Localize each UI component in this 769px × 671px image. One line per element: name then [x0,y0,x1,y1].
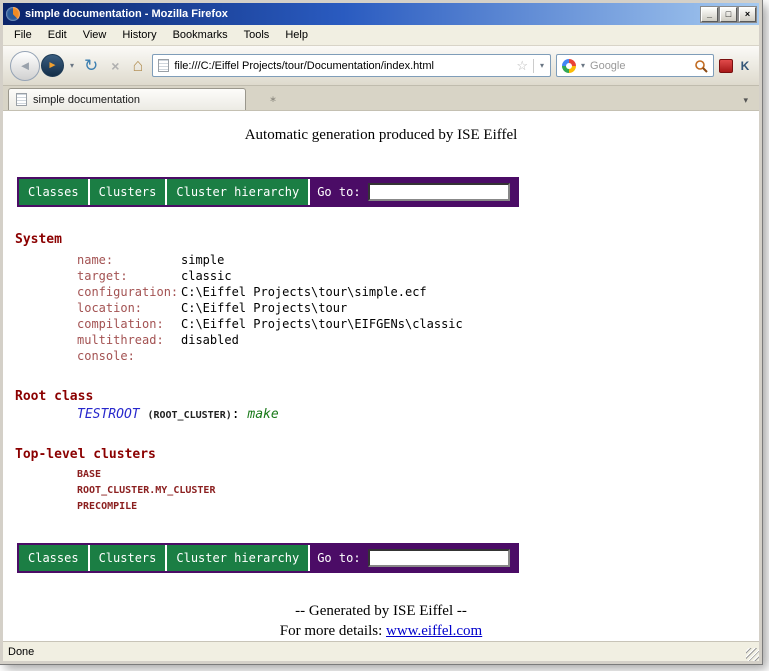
close-button[interactable]: × [739,7,756,22]
row-key: multithread: [77,332,181,348]
menu-history[interactable]: History [114,26,164,44]
top-level-clusters-heading: Top-level clusters [15,447,759,462]
eiffel-link[interactable]: www.eiffel.com [386,623,482,639]
row-value: C:\Eiffel Projects\tour\simple.ecf [181,285,427,299]
browser-window: simple documentation - Mozilla Firefox _… [0,0,762,664]
row-key: configuration: [77,284,181,300]
table-row: console: [77,348,759,364]
google-logo-icon[interactable] [562,59,576,73]
page-icon [158,59,169,72]
stop-button[interactable]: × [107,58,123,74]
footer-details-prefix: For more details: [280,623,382,639]
tab-page-icon [16,93,27,106]
list-item-cluster[interactable]: ROOT_CLUSTER.MY_CLUSTER [77,483,759,499]
root-feature-link[interactable]: make [247,407,278,422]
home-button[interactable]: ⌂ [128,55,147,76]
address-dropdown-icon[interactable]: ▾ [539,61,545,70]
goto-input[interactable] [368,549,510,567]
page-content: Automatic generation produced by ISE Eif… [3,111,759,641]
root-cluster-tag: (ROOT_CLUSTER) [147,410,231,421]
row-value: simple [181,253,224,267]
address-divider [533,59,534,73]
page-title: Automatic generation produced by ISE Eif… [15,127,759,144]
status-bar: Done [3,641,759,661]
addon-icon-red[interactable] [719,59,733,73]
window-title: simple documentation - Mozilla Firefox [25,8,696,20]
tab-simple-documentation[interactable]: simple documentation [8,88,246,110]
addon-icon-k[interactable]: K [738,59,752,73]
tab-title: simple documentation [33,94,140,106]
search-magnifier-icon[interactable] [694,59,708,73]
table-row: location:C:\Eiffel Projects\tour [77,300,759,316]
list-item-cluster[interactable]: PRECOMPILE [77,499,759,515]
row-value: classic [181,269,232,283]
classes-button[interactable]: Classes [19,545,88,571]
status-text: Done [8,646,34,658]
table-row: multithread:disabled [77,332,759,348]
clusters-button[interactable]: Clusters [90,179,166,205]
goto-label: Go to: [317,551,360,565]
root-class-heading: Root class [15,389,759,404]
title-bar: simple documentation - Mozilla Firefox _… [3,3,759,25]
footer-generated: -- Generated by ISE Eiffel -- [15,603,759,620]
search-box[interactable]: ▾ Google [556,54,714,77]
firefox-icon [6,7,20,21]
search-input[interactable]: Google [590,60,690,72]
menu-help[interactable]: Help [277,26,316,44]
menu-bookmarks[interactable]: Bookmarks [165,26,236,44]
history-dropdown-icon[interactable]: ▾ [69,61,75,70]
goto-section: Go to: [310,545,516,571]
system-table: name:simple target:classic configuration… [77,252,759,364]
goto-label: Go to: [317,185,360,199]
bookmark-star-icon[interactable]: ☆ [516,58,528,74]
row-value: disabled [181,333,239,347]
resize-grip[interactable] [746,648,759,661]
doc-navbar-top: Classes Clusters Cluster hierarchy Go to… [17,177,519,207]
clusters-button[interactable]: Clusters [90,545,166,571]
table-row: target:classic [77,268,759,284]
maximize-button[interactable]: □ [720,7,737,22]
row-key: name: [77,252,181,268]
goto-input[interactable] [368,183,510,201]
menu-tools[interactable]: Tools [236,26,278,44]
forward-button[interactable]: ► [41,54,64,77]
back-button[interactable]: ◄ [10,51,40,81]
table-row: configuration:C:\Eiffel Projects\tour\si… [77,284,759,300]
system-heading: System [15,232,759,247]
tab-overflow-icon[interactable]: ▾ [743,95,754,110]
clusters-list: BASE ROOT_CLUSTER.MY_CLUSTER PRECOMPILE [77,467,759,515]
row-key: console: [77,348,181,364]
address-bar[interactable]: file:///C:/Eiffel Projects/tour/Document… [152,54,551,77]
root-class-link[interactable]: TESTROOT [77,407,140,422]
footer-details: For more details: www.eiffel.com [15,623,759,640]
address-url[interactable]: file:///C:/Eiffel Projects/tour/Document… [174,60,511,72]
minimize-button[interactable]: _ [701,7,718,22]
list-item-cluster[interactable]: BASE [77,467,759,483]
row-value: C:\Eiffel Projects\tour [181,301,347,315]
row-key: location: [77,300,181,316]
menu-edit[interactable]: Edit [40,26,75,44]
table-row: compilation:C:\Eiffel Projects\tour\EIFG… [77,316,759,332]
cluster-hierarchy-button[interactable]: Cluster hierarchy [167,179,308,205]
search-engine-dropdown-icon[interactable]: ▾ [580,61,586,70]
refresh-button[interactable]: ↻ [80,56,102,76]
classes-button[interactable]: Classes [19,179,88,205]
navigation-toolbar: ◄ ► ▾ ↻ × ⌂ file:///C:/Eiffel Projects/t… [3,46,759,86]
goto-section: Go to: [310,179,516,205]
root-class-line: TESTROOT (ROOT_CLUSTER): make [77,407,759,422]
doc-navbar-bottom: Classes Clusters Cluster hierarchy Go to… [17,543,519,573]
row-key: target: [77,268,181,284]
menu-bar: File Edit View History Bookmarks Tools H… [3,25,759,46]
table-row: name:simple [77,252,759,268]
row-key: compilation: [77,316,181,332]
row-value: C:\Eiffel Projects\tour\EIFGENs\classic [181,317,463,331]
menu-view[interactable]: View [75,26,115,44]
cluster-hierarchy-button[interactable]: Cluster hierarchy [167,545,308,571]
tab-bar: simple documentation ∗ ▾ [3,86,759,111]
root-colon: : [232,407,240,422]
new-tab-stub[interactable]: ∗ [260,90,286,108]
menu-file[interactable]: File [6,26,40,44]
